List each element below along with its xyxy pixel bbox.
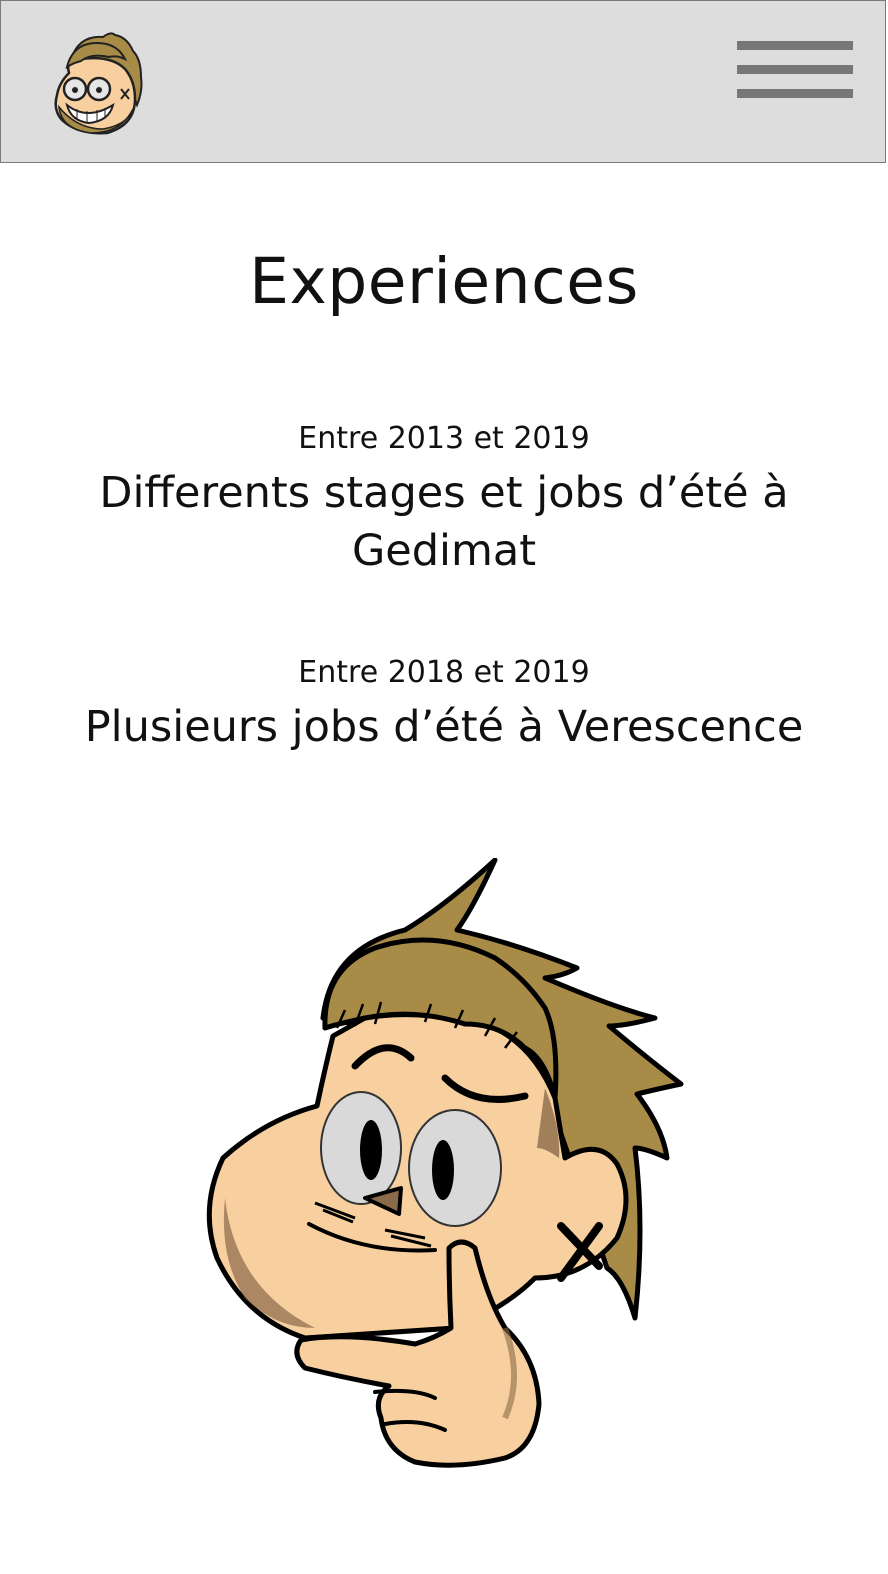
experience-title: Plusieurs jobs d’été à Verescence bbox=[84, 702, 804, 752]
experience-title: Differents stages et jobs d’été à Gedima… bbox=[99, 468, 789, 576]
thinking-mascot-icon bbox=[206, 857, 684, 1468]
menu-bar-top bbox=[737, 41, 853, 50]
experience-item: Entre 2013 et 2019 Differents stages et … bbox=[44, 420, 844, 580]
menu-bar-middle bbox=[737, 65, 853, 74]
page-title: Experiences bbox=[249, 245, 639, 318]
experience-date: Entre 2013 et 2019 bbox=[298, 421, 590, 456]
experience-item: Entre 2018 et 2019 Plusieurs jobs d’été … bbox=[44, 654, 844, 756]
thinking-mascot-illustration bbox=[205, 857, 695, 1478]
top-navigation-bar bbox=[0, 0, 886, 163]
home-logo-link[interactable] bbox=[51, 29, 145, 137]
experience-date: Entre 2018 et 2019 bbox=[298, 655, 590, 690]
menu-bar-bottom bbox=[737, 89, 853, 98]
mascot-face-icon bbox=[54, 32, 143, 135]
hamburger-menu-button[interactable] bbox=[735, 39, 853, 103]
